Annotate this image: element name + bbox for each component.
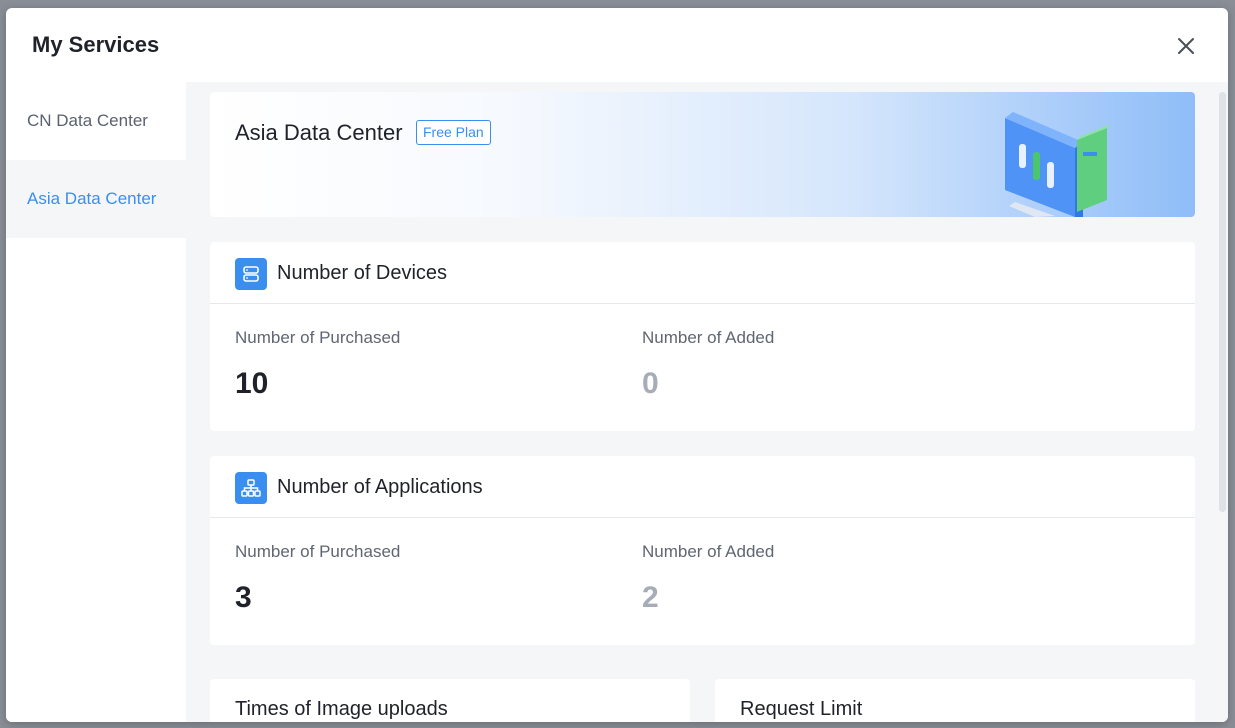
- dialog-header: My Services: [6, 8, 1228, 82]
- card-title: Number of Devices: [277, 262, 448, 284]
- my-services-dialog: My Services CN Data Center Asia Data Cen…: [6, 8, 1228, 722]
- purchased-label: Number of Purchased: [235, 542, 401, 561]
- devices-card: Number of Devices Number of Purchased 10…: [210, 242, 1195, 431]
- added-value: 2: [642, 581, 659, 614]
- close-button[interactable]: [1174, 34, 1198, 58]
- close-icon: [1178, 38, 1194, 54]
- banner-title: Asia Data Center: [235, 120, 403, 145]
- card-title: Times of Image uploads: [235, 698, 448, 720]
- purchased-value: 10: [235, 367, 269, 400]
- data-center-banner: Asia Data Center Free Plan: [210, 92, 1195, 217]
- purchased-value: 3: [235, 581, 252, 614]
- added-value: 0: [642, 367, 659, 400]
- sidebar-item-label: Asia Data Center: [27, 189, 157, 208]
- request-limit-card: Request Limit: [715, 679, 1195, 722]
- scrollbar[interactable]: [1219, 92, 1226, 512]
- purchased-label: Number of Purchased: [235, 328, 401, 347]
- card-header: Number of Devices: [210, 242, 1195, 304]
- data-center-sidebar: CN Data Center Asia Data Center: [6, 82, 186, 722]
- plan-badge: Free Plan: [416, 120, 491, 145]
- card-title: Request Limit: [740, 698, 863, 720]
- hierarchy-icon: [235, 472, 267, 504]
- card-header: Number of Applications: [210, 456, 1195, 518]
- service-content: Asia Data Center Free Plan Number of Dev…: [186, 82, 1228, 722]
- image-uploads-card: Times of Image uploads: [210, 679, 690, 722]
- card-title: Number of Applications: [277, 476, 483, 498]
- added-label: Number of Added: [642, 542, 775, 561]
- dialog-title: My Services: [32, 32, 160, 57]
- added-label: Number of Added: [642, 328, 775, 347]
- sidebar-item-label: CN Data Center: [27, 111, 148, 130]
- dashboard-illustration-icon: [1005, 112, 1111, 217]
- sidebar-item-asia-data-center[interactable]: Asia Data Center: [6, 160, 186, 238]
- server-icon: [235, 258, 267, 290]
- sidebar-item-cn-data-center[interactable]: CN Data Center: [6, 82, 186, 160]
- applications-card: Number of Applications Number of Purchas…: [210, 456, 1195, 645]
